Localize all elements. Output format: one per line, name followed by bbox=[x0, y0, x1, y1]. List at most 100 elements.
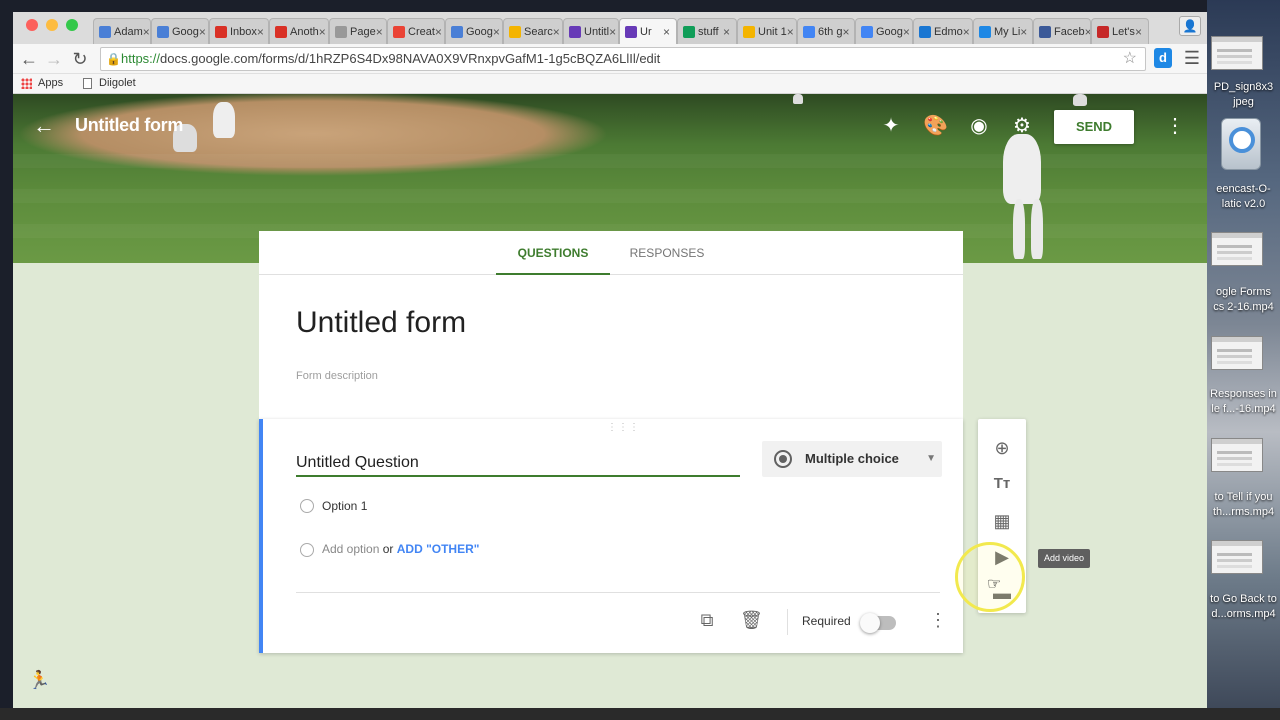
address-bar[interactable]: 🔒 https://docs.google.com/forms/d/1hRZP6… bbox=[100, 47, 1146, 71]
desktop-file-label[interactable]: to Tell if you bbox=[1207, 490, 1280, 505]
desktop-file-thumbnail[interactable] bbox=[1211, 438, 1263, 472]
browser-tab[interactable]: Creat × bbox=[387, 18, 445, 44]
drive-icon bbox=[509, 25, 521, 38]
preview-icon[interactable]: ◉ bbox=[967, 114, 991, 138]
browser-tab[interactable]: Ur × bbox=[619, 18, 677, 44]
close-tab-icon[interactable]: × bbox=[143, 25, 150, 39]
close-tab-icon[interactable]: × bbox=[376, 25, 383, 39]
close-tab-icon[interactable]: × bbox=[493, 25, 500, 39]
duplicate-icon[interactable]: ⧉ bbox=[696, 609, 718, 631]
runner-icon[interactable]: 🏃 bbox=[28, 670, 50, 691]
forward-icon[interactable]: → bbox=[43, 48, 65, 70]
maximize-window-button[interactable] bbox=[66, 19, 78, 31]
add-title-icon[interactable]: Tт bbox=[990, 472, 1014, 496]
desktop-file-thumbnail[interactable] bbox=[1211, 232, 1263, 266]
add-question-icon[interactable]: ⊕ bbox=[990, 436, 1014, 460]
browser-tab[interactable]: Anoth × bbox=[269, 18, 329, 44]
close-tab-icon[interactable]: × bbox=[609, 25, 616, 39]
close-tab-icon[interactable]: × bbox=[903, 25, 910, 39]
desktop-file-thumbnail[interactable] bbox=[1211, 336, 1263, 370]
question-more-icon[interactable]: ⋮ bbox=[927, 609, 949, 631]
browser-tab[interactable]: Page × bbox=[329, 18, 387, 44]
browser-tab[interactable]: Adam × bbox=[93, 18, 151, 44]
browser-tab[interactable]: Faceb × bbox=[1033, 18, 1091, 44]
close-tab-icon[interactable]: × bbox=[963, 25, 970, 39]
minimize-window-button[interactable] bbox=[46, 19, 58, 31]
desktop-disk-icon[interactable] bbox=[1221, 118, 1261, 170]
add-other-link[interactable]: ADD "OTHER" bbox=[397, 542, 480, 556]
delete-icon[interactable]: 🗑 bbox=[740, 609, 763, 631]
browser-tab-label: Edmo bbox=[934, 25, 963, 38]
addons-icon[interactable]: ✦ bbox=[879, 114, 903, 138]
desktop-file-label[interactable]: Responses in bbox=[1207, 387, 1280, 402]
extension-d-icon[interactable]: d bbox=[1154, 48, 1172, 68]
bookmark-diigolet[interactable]: Diigolet bbox=[83, 77, 136, 89]
close-tab-icon[interactable]: × bbox=[1135, 25, 1142, 39]
palette-icon[interactable]: 🎨 bbox=[923, 114, 948, 138]
tab-responses[interactable]: RESPONSES bbox=[611, 231, 723, 275]
close-tab-icon[interactable]: × bbox=[787, 25, 794, 39]
close-tab-icon[interactable]: × bbox=[1020, 25, 1027, 39]
close-tab-icon[interactable]: × bbox=[553, 25, 560, 39]
form-title-input[interactable]: Untitled form bbox=[296, 306, 466, 340]
url-text: docs.google.com/forms/d/1hRZP6S4Dx98NAVA… bbox=[160, 51, 661, 66]
close-tab-icon[interactable]: × bbox=[663, 25, 670, 39]
desktop-file-label[interactable]: le f...-16.mp4 bbox=[1207, 402, 1280, 417]
gmail-icon bbox=[215, 25, 227, 38]
desktop-file-label[interactable]: PD_sign8x3 bbox=[1207, 80, 1280, 95]
desktop-file-thumbnail[interactable] bbox=[1211, 540, 1263, 574]
back-icon[interactable]: ← bbox=[18, 48, 40, 70]
browser-menu-icon[interactable]: ☰ bbox=[1182, 47, 1202, 69]
browser-tab[interactable]: 6th g × bbox=[797, 18, 855, 44]
desktop-file-label[interactable]: cs 2-16.mp4 bbox=[1207, 300, 1280, 315]
browser-tab[interactable]: Let's × bbox=[1091, 18, 1149, 44]
more-options-icon[interactable]: ⋮ bbox=[1165, 114, 1185, 138]
desktop-file-label[interactable]: ogle Forms bbox=[1207, 285, 1280, 300]
browser-tab[interactable]: stuff × bbox=[677, 18, 737, 44]
question-title-input[interactable]: Untitled Question bbox=[296, 453, 740, 477]
tooltip: Add video bbox=[1038, 549, 1091, 568]
add-option-input[interactable]: Add option bbox=[322, 542, 379, 556]
required-toggle[interactable] bbox=[860, 613, 896, 633]
profile-icon[interactable]: 👤 bbox=[1179, 16, 1201, 36]
question-card[interactable]: ⋮⋮⋮ Untitled Question Multiple choice ▼ … bbox=[259, 419, 963, 653]
browser-tab[interactable]: Goog × bbox=[855, 18, 913, 44]
reload-icon[interactable]: ↻ bbox=[69, 48, 91, 70]
desktop-file-label[interactable]: th...rms.mp4 bbox=[1207, 505, 1280, 520]
radio-button-icon bbox=[774, 450, 792, 468]
close-tab-icon[interactable]: × bbox=[723, 25, 730, 39]
desktop-file-label[interactable]: jpeg bbox=[1207, 95, 1280, 110]
drag-handle-icon[interactable]: ⋮⋮⋮ bbox=[607, 423, 639, 433]
close-window-button[interactable] bbox=[26, 19, 38, 31]
browser-tab[interactable]: Goog × bbox=[151, 18, 209, 44]
desktop-file-label[interactable]: d...orms.mp4 bbox=[1207, 607, 1280, 622]
desktop-file-thumbnail[interactable] bbox=[1211, 36, 1263, 70]
option-1-input[interactable]: Option 1 bbox=[322, 499, 367, 513]
add-option-radio bbox=[300, 543, 314, 557]
settings-icon[interactable]: ⚙ bbox=[1010, 114, 1034, 138]
browser-tab[interactable]: Edmo × bbox=[913, 18, 973, 44]
close-tab-icon[interactable]: × bbox=[199, 25, 206, 39]
gmail-icon bbox=[275, 25, 287, 38]
close-tab-icon[interactable]: × bbox=[435, 25, 442, 39]
tab-questions[interactable]: QUESTIONS bbox=[496, 231, 610, 275]
bookmark-apps[interactable]: Apps bbox=[21, 77, 63, 89]
browser-tab[interactable]: Unit 1 × bbox=[737, 18, 797, 44]
browser-tab[interactable]: My Li × bbox=[973, 18, 1033, 44]
add-image-icon[interactable]: ▦ bbox=[990, 509, 1014, 533]
send-button[interactable]: SEND bbox=[1054, 110, 1134, 144]
browser-tab[interactable]: Untitl × bbox=[563, 18, 619, 44]
bookmark-star-icon[interactable]: ☆ bbox=[1123, 48, 1137, 70]
desktop-file-label[interactable]: eencast-O- bbox=[1207, 182, 1280, 197]
form-description-input[interactable]: Form description bbox=[296, 370, 378, 382]
close-tab-icon[interactable]: × bbox=[257, 25, 264, 39]
desktop-file-label[interactable]: latic v2.0 bbox=[1207, 197, 1280, 212]
close-tab-icon[interactable]: × bbox=[319, 25, 326, 39]
browser-tab[interactable]: Inbox × bbox=[209, 18, 269, 44]
browser-tab[interactable]: Goog × bbox=[445, 18, 503, 44]
question-type-dropdown[interactable]: Multiple choice ▼ bbox=[762, 441, 942, 477]
browser-tab[interactable]: Searc × bbox=[503, 18, 563, 44]
desktop-file-label[interactable]: to Go Back to bbox=[1207, 592, 1280, 607]
close-tab-icon[interactable]: × bbox=[842, 25, 849, 39]
back-arrow-icon[interactable]: ← bbox=[33, 113, 55, 139]
